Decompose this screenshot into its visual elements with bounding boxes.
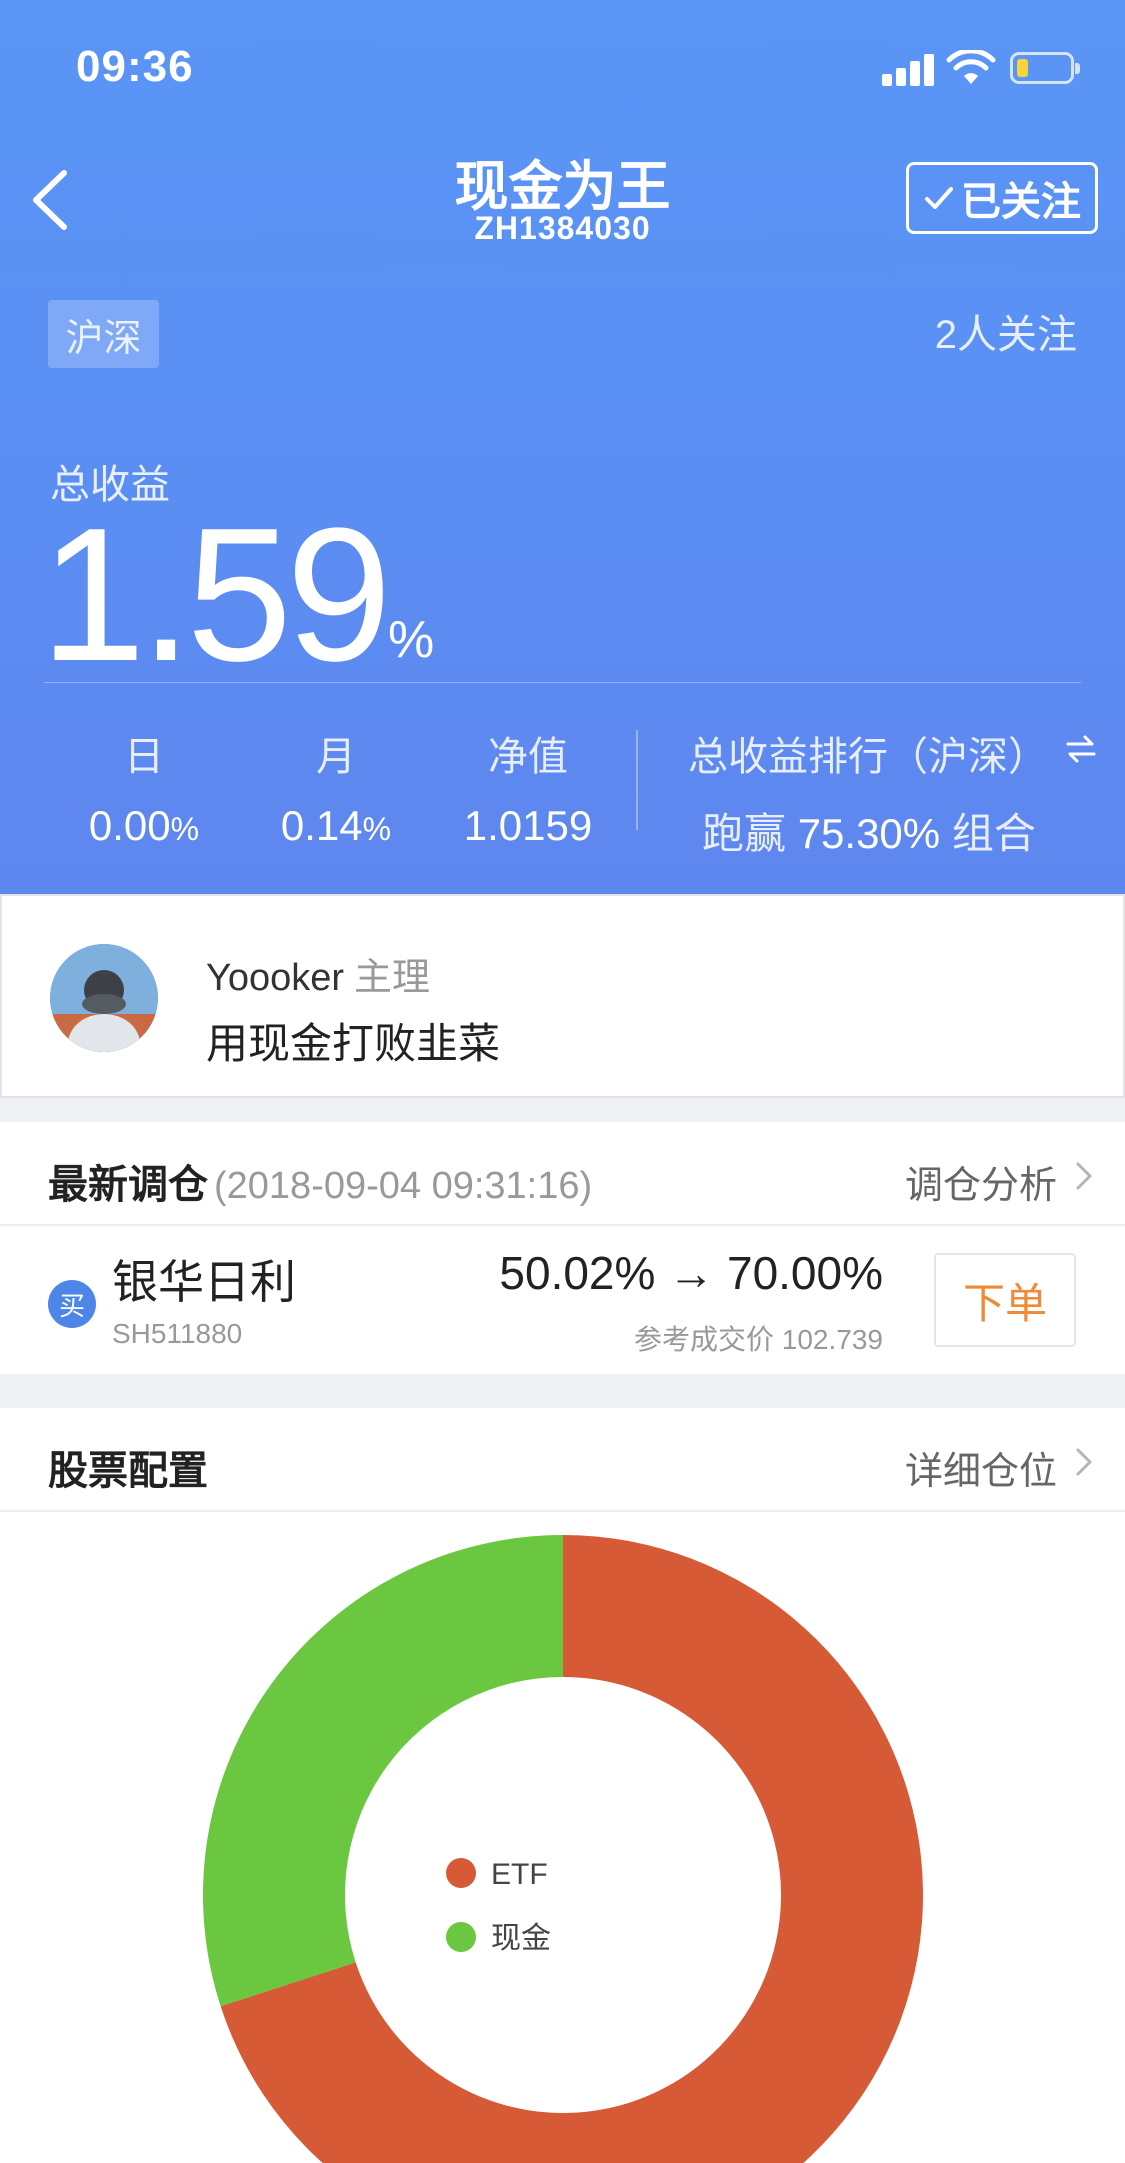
avatar[interactable]: [50, 944, 158, 1052]
stat-value: 0.00%: [88, 802, 200, 849]
status-time: 09:36: [76, 42, 194, 91]
stat-label: 净值: [488, 735, 568, 779]
swap-icon[interactable]: [1064, 732, 1098, 766]
legend-label-0: ETF: [491, 1858, 548, 1891]
rebalance-timestamp: (2018-09-04 09:31:16): [214, 1165, 593, 1207]
legend-label-1: 现金: [491, 1922, 551, 1955]
header-divider: [44, 682, 1081, 683]
legend-dot-0: [446, 1858, 476, 1888]
stock-name: 银华日利: [112, 1256, 296, 1308]
owner-card[interactable]: Yoooker 主理 用现金打败韭菜: [0, 894, 1125, 1098]
reference-price: 参考成交价 102.739: [634, 1324, 883, 1355]
stat-nav: 净值 1.0159: [428, 724, 628, 850]
place-order-button[interactable]: 下单: [934, 1253, 1076, 1347]
section-gap: [0, 1098, 1125, 1122]
avatar-image: [50, 944, 158, 1052]
rebalance-title: 最新调仓 (2018-09-04 09:31:16): [48, 1163, 593, 1207]
battery-icon: [1010, 52, 1080, 84]
weight-change: 50.02% → 70.00%: [499, 1247, 883, 1299]
total-return-value: 1.59: [40, 489, 392, 701]
rebalance-analysis-link[interactable]: 调仓分析: [905, 1154, 1057, 1209]
rank-value: 跑赢 75.30% 组合: [702, 810, 1036, 857]
buy-badge: 买: [48, 1280, 96, 1328]
stock-code: SH511880: [112, 1318, 243, 1349]
allocation-header[interactable]: 股票配置 详细仓位: [0, 1408, 1125, 1512]
portfolio-header: 09:36 现金为王 ZH1384030 已关注 沪深 2人关注 总收益 1.5…: [0, 0, 1125, 894]
chevron-right-icon: [1076, 1162, 1092, 1190]
rebalance-header[interactable]: 最新调仓 (2018-09-04 09:31:16) 调仓分析: [0, 1122, 1125, 1226]
market-tag: 沪深: [48, 300, 159, 368]
follow-label: 已关注: [961, 180, 1081, 224]
owner-role: 主理: [354, 957, 431, 999]
stat-month: 月 0.14%: [236, 724, 436, 850]
stat-label: 日: [124, 735, 164, 779]
allocation-chart: ETF 现金: [0, 1512, 1125, 2163]
follow-button[interactable]: 已关注: [906, 162, 1098, 234]
wifi-icon: [946, 50, 996, 84]
total-return-unit: %: [388, 611, 435, 669]
chevron-right-icon: [1076, 1448, 1092, 1476]
stat-value: 0.14%: [280, 802, 392, 849]
section-gap: [0, 1374, 1125, 1408]
signal-icon: [882, 52, 934, 86]
check-icon: [925, 187, 953, 209]
owner-name[interactable]: Yoooker 主理: [206, 946, 430, 1001]
status-bar: 09:36: [0, 0, 1125, 130]
allocation-title: 股票配置: [48, 1449, 208, 1493]
detail-positions-link[interactable]: 详细仓位: [905, 1440, 1057, 1495]
portfolio-description: 用现金打败韭菜: [206, 1020, 501, 1067]
legend-dot-1: [446, 1922, 476, 1952]
donut-chart: ETF 现金: [202, 1535, 923, 2163]
stat-value: 1.0159: [463, 802, 593, 849]
followers-count[interactable]: 2人关注: [935, 302, 1077, 360]
trade-row[interactable]: 买 银华日利 SH511880 50.02% → 70.00% 参考成交价 10…: [0, 1226, 1125, 1374]
rank-label[interactable]: 总收益排行（沪深）: [688, 724, 1048, 782]
stat-day: 日 0.00%: [44, 724, 244, 850]
stat-divider: [636, 730, 638, 830]
stat-label: 月: [316, 735, 356, 779]
